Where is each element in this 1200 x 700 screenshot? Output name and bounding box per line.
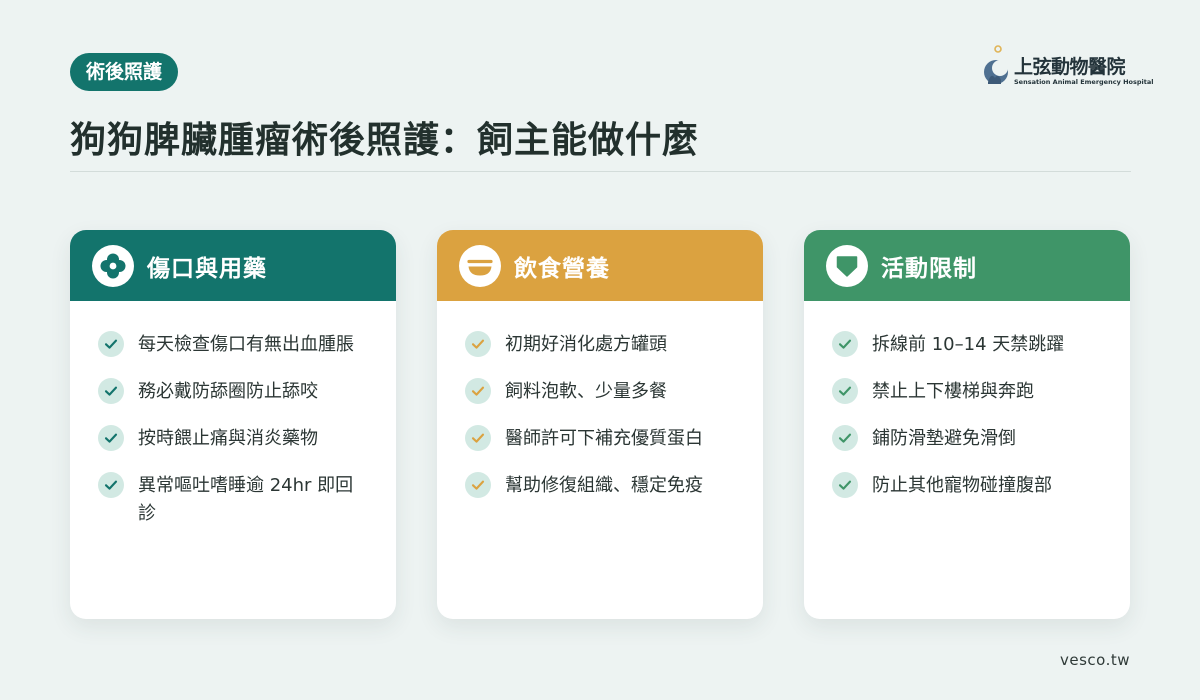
hospital-logo: 上弦動物醫院 Sensation Animal Emergency Hospit… (982, 42, 1153, 92)
page-title: 狗狗脾臟腫瘤術後照護：飼主能做什麼 (70, 120, 700, 161)
check-icon (98, 472, 124, 498)
check-icon (832, 472, 858, 498)
list-item: 禁止上下樓梯與奔跑 (832, 378, 1104, 406)
shield-icon (826, 244, 868, 287)
list-item: 按時餵止痛與消炎藥物 (98, 425, 370, 453)
check-icon (98, 331, 124, 357)
list-item: 飼料泡軟、少量多餐 (465, 378, 737, 406)
infographic-page: 術後照護 狗狗脾臟腫瘤術後照護：飼主能做什麼 上弦動物醫院 Sensation … (0, 0, 1200, 700)
list-item-text: 飼料泡軟、少量多餐 (505, 381, 667, 402)
moon-cat-logo-icon (984, 45, 1008, 84)
list-item: 異常嘔吐嗜睡逾 24hr 即回診 (98, 472, 370, 528)
check-icon (832, 331, 858, 357)
check-icon (832, 378, 858, 404)
card-list: 每天檢查傷口有無出血腫脹 務必戴防舔圈防止舔咬 按時餵止痛與消炎藥物 異常嘔吐嗜… (70, 301, 396, 528)
logo-name: 上弦動物醫院 (1014, 56, 1126, 78)
list-item-text: 每天檢查傷口有無出血腫脹 (138, 334, 354, 355)
list-item: 初期好消化處方罐頭 (465, 331, 737, 359)
list-item-text: 幫助修復組織、穩定免疫 (505, 475, 703, 496)
clover-icon (92, 244, 134, 287)
card-list: 拆線前 10–14 天禁跳躍 禁止上下樓梯與奔跑 鋪防滑墊避免滑倒 防止其他寵物… (804, 301, 1130, 500)
list-item: 醫師許可下補充優質蛋白 (465, 425, 737, 453)
card-title: 飲食營養 (514, 255, 610, 282)
list-item: 防止其他寵物碰撞腹部 (832, 472, 1104, 500)
site-url: vesco.tw (1060, 651, 1130, 669)
card-header: 活動限制 (804, 230, 1130, 301)
list-item: 每天檢查傷口有無出血腫脹 (98, 331, 370, 359)
card-diet-nutrition: 飲食營養 初期好消化處方罐頭 飼料泡軟、少量多餐 醫師許可下補充優質蛋白 幫助修… (437, 230, 763, 619)
list-item-text: 務必戴防舔圈防止舔咬 (138, 381, 318, 402)
list-item-text: 拆線前 10–14 天禁跳躍 (872, 334, 1065, 355)
check-icon (465, 378, 491, 404)
check-icon (465, 472, 491, 498)
card-title: 傷口與用藥 (147, 255, 267, 282)
list-item-text: 禁止上下樓梯與奔跑 (872, 381, 1034, 402)
title-divider (70, 171, 1131, 172)
logo-subtitle: Sensation Animal Emergency Hospital (1014, 78, 1154, 86)
list-item: 務必戴防舔圈防止舔咬 (98, 378, 370, 406)
check-icon (465, 331, 491, 357)
list-item-text: 異常嘔吐嗜睡逾 24hr 即回診 (138, 475, 354, 524)
card-title: 活動限制 (881, 255, 977, 282)
list-item-text: 初期好消化處方罐頭 (505, 334, 667, 355)
list-item: 幫助修復組織、穩定免疫 (465, 472, 737, 500)
list-item-text: 醫師許可下補充優質蛋白 (505, 428, 703, 449)
card-header: 傷口與用藥 (70, 230, 396, 301)
list-item-text: 防止其他寵物碰撞腹部 (872, 475, 1052, 496)
card-list: 初期好消化處方罐頭 飼料泡軟、少量多餐 醫師許可下補充優質蛋白 幫助修復組織、穩… (437, 301, 763, 500)
list-item-text: 按時餵止痛與消炎藥物 (138, 428, 318, 449)
card-header: 飲食營養 (437, 230, 763, 301)
category-tag: 術後照護 (70, 53, 179, 91)
card-wound-medication: 傷口與用藥 每天檢查傷口有無出血腫脹 務必戴防舔圈防止舔咬 按時餵止痛與消炎藥物… (70, 230, 396, 619)
bowl-icon (459, 244, 501, 287)
card-activity-restriction: 活動限制 拆線前 10–14 天禁跳躍 禁止上下樓梯與奔跑 鋪防滑墊避免滑倒 防… (804, 230, 1130, 619)
check-icon (832, 425, 858, 451)
list-item-text: 鋪防滑墊避免滑倒 (872, 428, 1016, 449)
check-icon (98, 425, 124, 451)
list-item: 拆線前 10–14 天禁跳躍 (832, 331, 1104, 359)
check-icon (465, 425, 491, 451)
list-item: 鋪防滑墊避免滑倒 (832, 425, 1104, 453)
check-icon (98, 378, 124, 404)
